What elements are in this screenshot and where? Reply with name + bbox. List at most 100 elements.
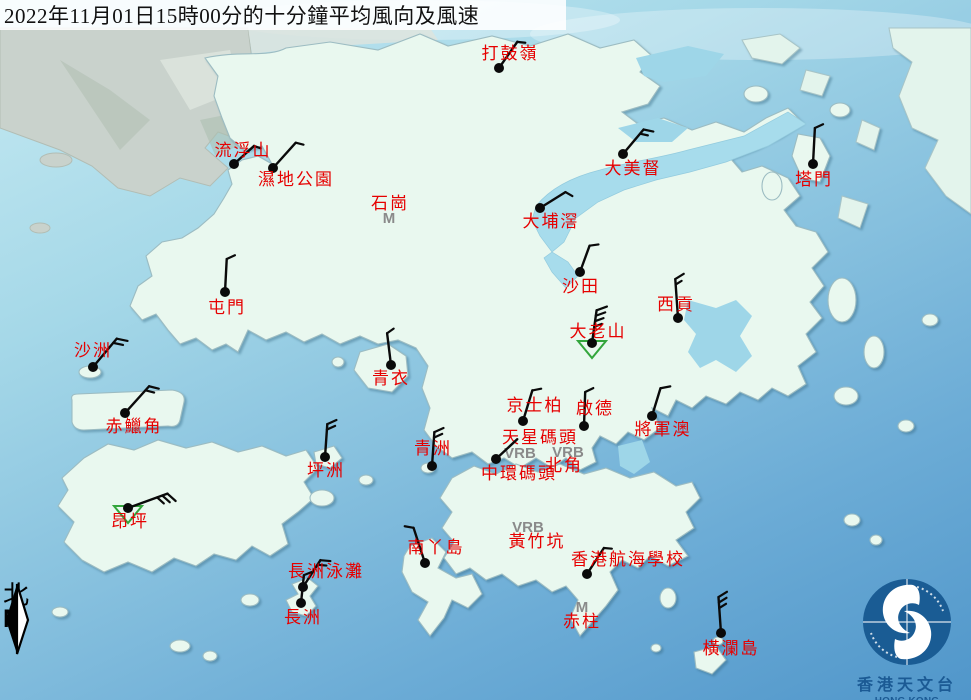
wind-barb-tick xyxy=(434,428,443,432)
hko-logo-block: 香港天文台 HONG KONG OBSERVATORY xyxy=(848,577,966,700)
station-京士柏: 京士柏 xyxy=(507,389,564,426)
wind-barb-tick xyxy=(517,42,525,43)
wind-barb-tick xyxy=(405,526,414,528)
station-dot xyxy=(518,416,528,426)
station-青洲: 青洲 xyxy=(414,428,452,471)
north-arrow-icon xyxy=(3,583,31,655)
station-啟德: 啟德 xyxy=(576,388,614,431)
hko-name-chinese: 香港天文台 xyxy=(848,671,966,695)
wind-barb-tick xyxy=(145,390,154,392)
wind-barb-tick xyxy=(387,329,394,334)
station-label: 流浮山 xyxy=(215,141,272,160)
station-dot xyxy=(494,63,504,73)
station-dot xyxy=(673,313,683,323)
hko-logo-icon xyxy=(859,577,955,669)
station-label: 黃竹坑 xyxy=(509,532,566,551)
station-label: 長洲泳灘 xyxy=(288,562,364,581)
station-青衣: 青衣 xyxy=(372,329,410,388)
wind-barb-tick xyxy=(157,497,164,503)
station-dot xyxy=(579,421,589,431)
station-南丫島: 南丫島 xyxy=(405,526,465,568)
station-坪洲: 坪洲 xyxy=(307,420,345,480)
station-赤鱲角: 赤鱲角 xyxy=(106,386,163,436)
station-dot xyxy=(229,159,239,169)
station-label: 赤柱 xyxy=(563,612,601,631)
wind-map-screen: 打鼓嶺流浮山濕地公園M石崗大美督塔門大埔滘屯門沙田西貢沙洲大老山青衣京士柏啟德將… xyxy=(0,0,971,700)
station-label: 大老山 xyxy=(570,322,627,341)
station-dot xyxy=(716,628,726,638)
wind-barb-tick xyxy=(604,548,612,549)
station-label: 沙洲 xyxy=(74,341,112,360)
hko-name-english: HONG KONG OBSERVATORY xyxy=(848,696,966,700)
station-西貢: 西貢 xyxy=(657,274,695,323)
station-label: 屯門 xyxy=(208,298,246,317)
station-label: 打鼓嶺 xyxy=(482,44,539,63)
station-label: 塔門 xyxy=(795,170,833,189)
station-label: 香港航海學校 xyxy=(571,550,685,569)
station-label: 長洲 xyxy=(284,608,322,627)
wind-barb-tick xyxy=(644,129,654,131)
station-塔門: 塔門 xyxy=(795,124,833,189)
station-昂坪: 昂坪 xyxy=(111,494,176,531)
station-橫瀾島: 橫瀾島 xyxy=(703,592,760,658)
station-label: 昂坪 xyxy=(111,512,149,531)
station-label: 濕地公園 xyxy=(258,170,334,189)
station-沙田: 沙田 xyxy=(562,244,600,295)
wind-barb-tick xyxy=(149,386,159,388)
wind-barb-tick xyxy=(296,143,304,145)
north-compass: 北 N xyxy=(3,583,37,631)
wind-barb-tick xyxy=(590,244,599,245)
wind-barb-tick xyxy=(640,134,648,136)
station-dot xyxy=(575,267,585,277)
wind-barb-tick xyxy=(675,274,683,279)
station-長洲泳灘: 長洲泳灘 xyxy=(288,560,364,592)
wind-barb-tick xyxy=(162,496,169,503)
station-香港航海學校: 香港航海學校 xyxy=(571,548,685,579)
wind-barb-tick xyxy=(660,386,670,388)
station-label: 沙田 xyxy=(562,277,600,296)
station-dot xyxy=(618,149,628,159)
station-黃竹坑: VRB黃竹坑 xyxy=(509,519,566,551)
station-label: 啟德 xyxy=(576,399,614,418)
station-label: 青洲 xyxy=(414,439,452,458)
wind-barb-tick xyxy=(585,388,593,392)
station-dot xyxy=(296,598,306,608)
station-label: 南丫島 xyxy=(408,538,465,557)
stations-overlay: 打鼓嶺流浮山濕地公園M石崗大美督塔門大埔滘屯門沙田西貢沙洲大老山青衣京士柏啟德將… xyxy=(0,0,971,700)
map-title: 2022年11月01日15時00分的十分鐘平均風向及風速 xyxy=(4,0,479,30)
station-label: 橫瀾島 xyxy=(703,639,760,658)
station-dot xyxy=(491,454,501,464)
station-label: 大埔滘 xyxy=(523,212,580,231)
station-dot xyxy=(808,159,818,169)
wind-barb-tick xyxy=(565,192,572,196)
station-屯門: 屯門 xyxy=(208,255,246,317)
station-label: 將軍澳 xyxy=(635,420,692,439)
station-label: 西貢 xyxy=(657,295,695,314)
station-label: 坪洲 xyxy=(307,461,345,480)
station-label: 大美督 xyxy=(605,159,662,178)
station-赤柱: M赤柱 xyxy=(563,599,601,631)
station-label: 石崗 xyxy=(371,194,409,213)
wind-barb-shaft xyxy=(813,128,815,164)
wind-barb-tick xyxy=(117,339,128,341)
title-bar: 2022年11月01日15時00分的十分鐘平均風向及風速 xyxy=(0,0,566,30)
wind-barb-tick xyxy=(719,598,727,603)
station-dot xyxy=(88,362,98,372)
wind-barb-tick xyxy=(718,592,726,597)
station-大埔滘: 大埔滘 xyxy=(523,192,580,231)
station-大老山: 大老山 xyxy=(570,307,627,358)
station-label: 赤鱲角 xyxy=(106,417,163,436)
station-dot xyxy=(582,569,592,579)
station-將軍澳: 將軍澳 xyxy=(635,386,692,439)
station-沙洲: 沙洲 xyxy=(74,339,128,372)
wind-barb-tick xyxy=(327,420,336,424)
station-大美督: 大美督 xyxy=(605,129,662,177)
station-label: 青衣 xyxy=(372,369,410,388)
station-dot xyxy=(220,287,230,297)
wind-barb-tick xyxy=(227,255,235,259)
wind-barb-tick xyxy=(597,307,607,311)
station-label: 京士柏 xyxy=(507,396,564,415)
station-label: 中環碼頭 xyxy=(481,464,557,483)
station-流浮山: 流浮山 xyxy=(215,141,272,169)
wind-barb-tick xyxy=(320,560,330,561)
